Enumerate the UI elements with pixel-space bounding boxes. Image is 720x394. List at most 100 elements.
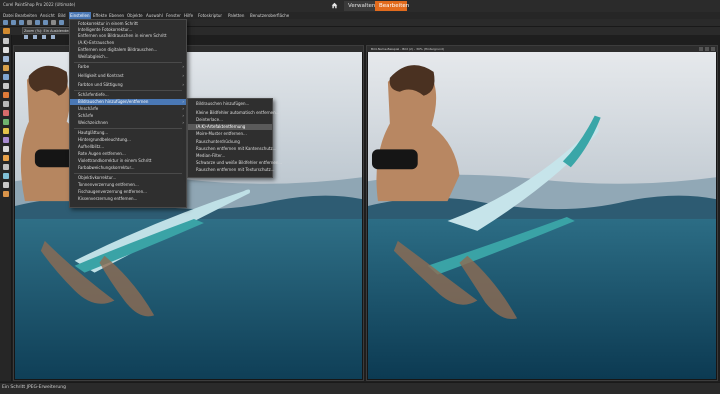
close-icon[interactable]: [711, 47, 715, 51]
open-file-icon[interactable]: [11, 20, 16, 25]
selection-tool-icon[interactable]: [3, 56, 9, 62]
submenu-item-deinterlace[interactable]: Deinterlace...: [188, 117, 272, 123]
makeover-tool-icon[interactable]: [3, 92, 9, 98]
object-remover-icon[interactable]: [3, 119, 9, 125]
menu-item-soften[interactable]: Weichzeichnen ›: [70, 120, 186, 126]
photo-canvas[interactable]: [368, 52, 716, 379]
menu-bearbeiten[interactable]: Bearbeiten: [15, 12, 37, 19]
clone-tool-icon[interactable]: [3, 101, 9, 107]
actual-size-icon[interactable]: [51, 35, 55, 39]
menu-item-barrel-distortion[interactable]: Tonnenverzerrung entfernen...: [70, 182, 186, 188]
menu-benutzeroberflaeche[interactable]: Benutzeroberfläche: [250, 12, 289, 19]
menu-item-one-step-noise-removal[interactable]: Entfernen von Bildrauschen in einem Schr…: [70, 33, 186, 39]
warp-brush-icon[interactable]: [3, 191, 9, 197]
pan-tool-icon[interactable]: [3, 38, 9, 44]
menu-paletten[interactable]: Paletten: [228, 12, 244, 19]
menu-item-red-eye-removal[interactable]: Rote Augen entfernen...: [70, 151, 186, 157]
document-window-original[interactable]: [13, 45, 364, 381]
menu-item-lens-correction[interactable]: Objektivkorrektur...: [70, 175, 186, 181]
undo-icon[interactable]: [35, 20, 40, 25]
menu-item-digital-noise-removal[interactable]: Entfernen von digitalem Bildrauschen...: [70, 47, 186, 53]
menu-datei[interactable]: Datei: [3, 12, 14, 19]
menu-item-hue-saturation[interactable]: Farbton und Sättigung ›: [70, 82, 186, 88]
maximize-icon[interactable]: [705, 47, 709, 51]
pick-tool-icon[interactable]: [3, 47, 9, 53]
active-tool-icon[interactable]: [3, 28, 10, 34]
submenu-arrow-icon: ›: [182, 82, 184, 87]
menu-item-backlighting[interactable]: Hintergrundbeleuchtung...: [70, 137, 186, 143]
paint-brush-icon[interactable]: [3, 128, 9, 134]
menu-auswahl[interactable]: Auswahl: [146, 12, 163, 19]
submenu-item-despeckle[interactable]: Rauschunterdrückung: [188, 139, 272, 145]
straighten-tool-icon[interactable]: [3, 74, 9, 80]
submenu-arrow-icon: ›: [182, 73, 184, 78]
submenu-item-texture-preserving-smooth[interactable]: Rauschen entfernen mit Texturschutz...: [188, 167, 275, 173]
submenu-item-salt-and-pepper[interactable]: Schwarze und weiße Bildfehler entfernen.…: [188, 160, 282, 166]
zoom-field[interactable]: Zoom (%): Ein Ausblenden: [22, 27, 71, 34]
tab-bearbeiten[interactable]: Bearbeiten: [375, 1, 409, 11]
menu-item-skin-smoothing[interactable]: Hautglättung...: [70, 130, 186, 136]
home-icon[interactable]: [331, 2, 338, 9]
menu-item-pincushion-distortion[interactable]: Kissenverzerrung entfernen...: [70, 196, 186, 202]
submenu-item-edge-preserving-smooth[interactable]: Rauschen entfernen mit Kantenschutz...: [188, 146, 276, 152]
menu-item-ai-denoise[interactable]: (A.K)-Entrauschen: [70, 40, 186, 46]
new-file-icon[interactable]: [3, 20, 8, 25]
tab-verwalten[interactable]: Verwalten: [344, 1, 375, 11]
scratch-remover-icon[interactable]: [3, 110, 9, 116]
submenu-arrow-icon: ›: [182, 106, 184, 111]
menu-item-one-step-purple-fringe[interactable]: Violettrandkorrektur in einem Schritt: [70, 158, 186, 164]
airbrush-icon[interactable]: [3, 137, 9, 143]
app-title: Corel PaintShop Pro 2022 (Ultimate): [3, 2, 76, 7]
fit-icon[interactable]: [24, 35, 28, 39]
text-tool-icon[interactable]: [3, 164, 9, 170]
menu-item-sharpness[interactable]: Schärfe ›: [70, 113, 186, 119]
print-icon[interactable]: [27, 20, 32, 25]
document-window-processed[interactable]: Bild-Name-Beispiel - Bild (2) - 30% (Hin…: [366, 45, 718, 381]
submenu-arrow-icon: ›: [182, 99, 184, 104]
noise-submenu: Bildrauschen hinzufügen... Kleine Bildfe…: [187, 98, 282, 178]
menu-ebenen[interactable]: Ebenen: [109, 12, 124, 19]
submenu-item-median-filter[interactable]: Median-Filter...: [188, 153, 272, 159]
menu-item-chromatic-aberration[interactable]: Farbabweichungskorrektur...: [70, 165, 186, 171]
layers-icon[interactable]: [59, 20, 64, 25]
menu-item-depth-of-field[interactable]: Schärfentiefe...: [70, 92, 186, 98]
minimize-icon[interactable]: [699, 47, 703, 51]
shape-tool-icon[interactable]: [3, 173, 9, 179]
zoom-in-icon[interactable]: [42, 35, 46, 39]
menu-ansicht[interactable]: Ansicht: [40, 12, 55, 19]
menu-item-color[interactable]: Farbe ›: [70, 64, 186, 70]
menu-item-fill-flash[interactable]: Aufhellblitz...: [70, 144, 186, 150]
menu-item-label: Farbton und Sättigung: [78, 82, 123, 87]
red-eye-tool-icon[interactable]: [3, 83, 9, 89]
menu-objekte[interactable]: Objekte: [127, 12, 143, 19]
zoom-icon[interactable]: [51, 20, 56, 25]
eraser-icon[interactable]: [3, 146, 9, 152]
zoom-out-icon[interactable]: [33, 35, 37, 39]
save-icon[interactable]: [19, 20, 24, 25]
submenu-item-ai-artifact-removal[interactable]: (A.K)-Artefaktentfernung: [188, 124, 272, 130]
menu-separator: [74, 173, 182, 174]
submenu-item-auto-small-scratch[interactable]: Kleine Bildfehler automatisch entfernen.…: [188, 110, 279, 116]
menu-item-blur[interactable]: Unschärfe ›: [70, 106, 186, 112]
menu-item-label: Helligkeit und Kontrast: [78, 73, 124, 78]
menu-item-fisheye-distortion[interactable]: Fischaugenverzerrung entfernen...: [70, 189, 186, 195]
zoom-label: Zoom (%): Ein Ausblenden: [24, 29, 71, 33]
menu-bild[interactable]: Bild: [58, 12, 66, 19]
menu-hilfe[interactable]: Hilfe: [184, 12, 193, 19]
pen-tool-icon[interactable]: [3, 182, 9, 188]
menu-einstellen[interactable]: Einstellen: [69, 12, 91, 19]
menu-fotoskriptur[interactable]: Fotoskriptur: [198, 12, 222, 19]
menu-item-brightness-contrast[interactable]: Helligkeit und Kontrast ›: [70, 73, 186, 79]
menu-effekte[interactable]: Effekte: [93, 12, 107, 19]
flood-fill-icon[interactable]: [3, 155, 9, 161]
menu-item-add-remove-noise[interactable]: Bildrauschen hinzufügen/entfernen ›: [70, 99, 186, 105]
menu-item-white-balance[interactable]: Weißabgleich...: [70, 54, 186, 60]
menu-item-label: Farbe: [78, 64, 90, 69]
menu-fenster[interactable]: Fenster: [166, 12, 181, 19]
submenu-item-moire-removal[interactable]: Moire-Muster entfernen...: [188, 131, 272, 137]
menu-bar: Datei Bearbeiten Ansicht Bild Einstellen…: [0, 12, 720, 19]
submenu-item-add-noise[interactable]: Bildrauschen hinzufügen...: [188, 101, 272, 107]
redo-icon[interactable]: [43, 20, 48, 25]
crop-tool-icon[interactable]: [3, 65, 9, 71]
menu-separator: [74, 62, 182, 63]
